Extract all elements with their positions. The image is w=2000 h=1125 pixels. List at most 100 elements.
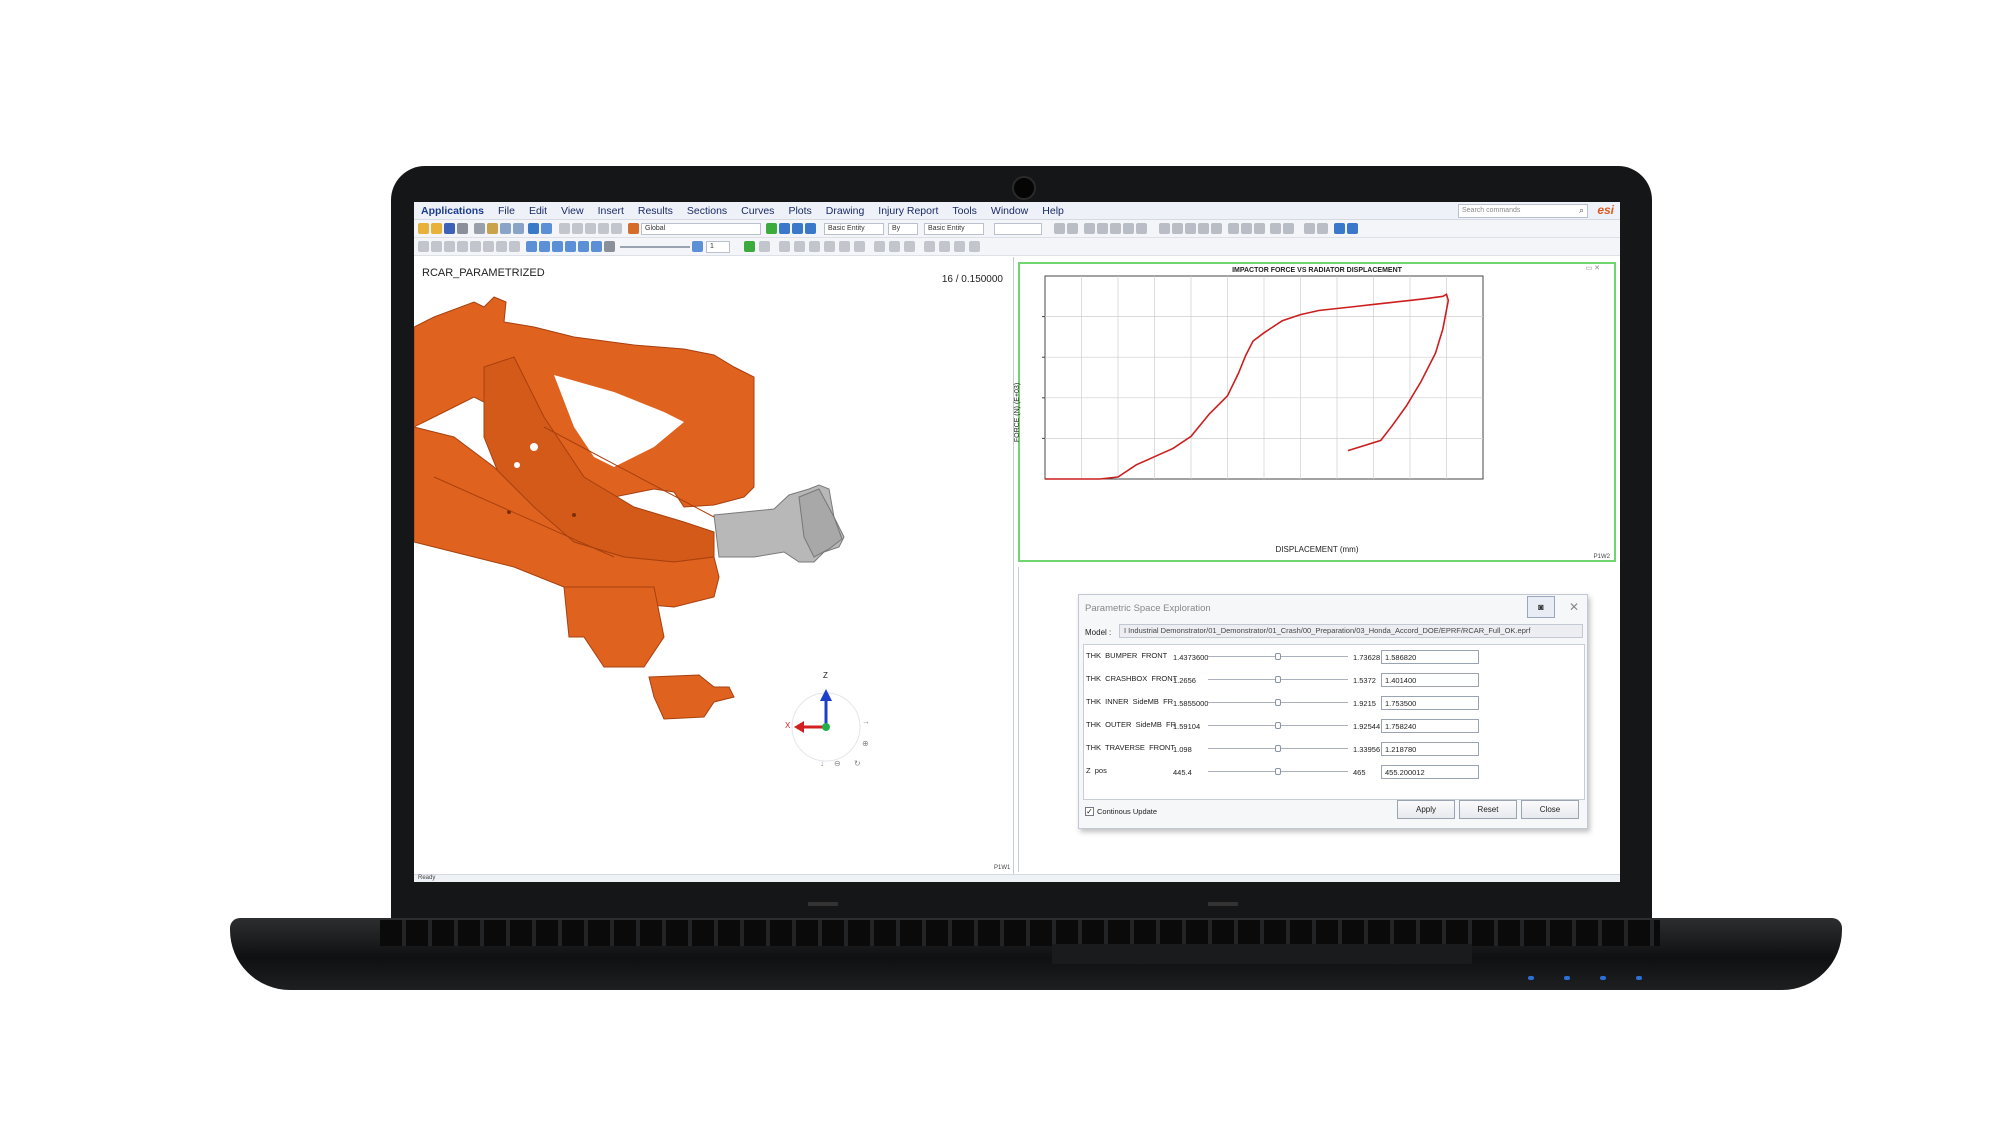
menu-edit[interactable]: Edit [522, 205, 554, 217]
redo-icon[interactable] [513, 223, 524, 234]
zoom-icon[interactable] [792, 223, 803, 234]
tool-icon[interactable] [1159, 223, 1170, 234]
zoom-out-icon[interactable]: ⊖ [834, 759, 841, 768]
move-icon[interactable] [766, 223, 777, 234]
rotate-right-icon[interactable]: → [862, 717, 870, 726]
folder-icon[interactable] [431, 223, 442, 234]
menu-sections[interactable]: Sections [680, 205, 734, 217]
parameter-slider[interactable] [1208, 653, 1348, 660]
refresh-icon[interactable] [528, 223, 539, 234]
parameter-value-input[interactable]: 1.586820 [1381, 650, 1479, 664]
pan-icon[interactable] [779, 223, 790, 234]
previous-frame-icon[interactable] [539, 241, 550, 252]
tool-icon[interactable] [1172, 223, 1183, 234]
lasso-icon[interactable] [598, 223, 609, 234]
slider-thumb[interactable] [1275, 745, 1281, 752]
parameter-value-input[interactable]: 1.758240 [1381, 719, 1479, 733]
last-frame-icon[interactable] [591, 241, 602, 252]
menu-plots[interactable]: Plots [781, 205, 818, 217]
parameter-slider[interactable] [1208, 722, 1348, 729]
tool-icon[interactable] [1136, 223, 1147, 234]
parameter-slider[interactable] [1208, 699, 1348, 706]
spin-icon[interactable]: ↻ [854, 759, 861, 768]
filter-input[interactable] [994, 223, 1042, 235]
menu-insert[interactable]: Insert [591, 205, 631, 217]
poly-select-icon[interactable] [585, 223, 596, 234]
first-frame-icon[interactable] [526, 241, 537, 252]
menu-results[interactable]: Results [631, 205, 680, 217]
tool-icon[interactable] [1198, 223, 1209, 234]
copy-icon[interactable] [474, 223, 485, 234]
tool-icon[interactable] [1054, 223, 1065, 234]
tool-icon[interactable] [1097, 223, 1108, 234]
menu-file[interactable]: File [491, 205, 522, 217]
save-icon[interactable] [444, 223, 455, 234]
next-frame-icon[interactable] [578, 241, 589, 252]
close-button[interactable]: Close [1521, 800, 1579, 819]
tool-icon[interactable] [924, 241, 935, 252]
arrow-down-icon[interactable] [1334, 223, 1345, 234]
parameter-value-input[interactable]: 455.200012 [1381, 765, 1479, 779]
tool-icon[interactable] [969, 241, 980, 252]
slider-thumb[interactable] [1275, 699, 1281, 706]
viewport-3d[interactable]: RCAR_PARAMETRIZED 16 / 0.150000 Z X → ⊕ … [414, 257, 1014, 874]
tool-icon[interactable] [1241, 223, 1252, 234]
fit-icon[interactable] [805, 223, 816, 234]
tool-icon[interactable] [744, 241, 755, 252]
menu-tools[interactable]: Tools [945, 205, 984, 217]
tool-icon[interactable] [1123, 223, 1134, 234]
menu-curves[interactable]: Curves [734, 205, 781, 217]
apply-button[interactable]: Apply [1397, 800, 1455, 819]
undo-icon[interactable] [500, 223, 511, 234]
tool-icon[interactable] [839, 241, 850, 252]
rotate-down-icon[interactable]: ↓ [820, 759, 824, 768]
animation-slider[interactable] [620, 246, 690, 248]
tool-icon[interactable] [1211, 223, 1222, 234]
play-icon[interactable] [565, 241, 576, 252]
stepper-icon[interactable] [692, 241, 703, 252]
tool-icon[interactable] [854, 241, 865, 252]
by-select[interactable]: By [888, 223, 918, 235]
parameter-value-input[interactable]: 1.218780 [1381, 742, 1479, 756]
tool-icon[interactable] [954, 241, 965, 252]
tool-icon[interactable] [1283, 223, 1294, 234]
tool-icon[interactable] [889, 241, 900, 252]
tool-icon[interactable] [483, 241, 494, 252]
entity-type-select[interactable]: Basic Entity [824, 223, 884, 235]
tool-icon[interactable] [1304, 223, 1315, 234]
model-select[interactable]: I Industrial Demonstrator/01_Demonstrato… [1119, 624, 1583, 638]
box-select-icon[interactable] [572, 223, 583, 234]
tool-icon[interactable] [431, 241, 442, 252]
parameter-slider[interactable] [1208, 745, 1348, 752]
menu-injury-report[interactable]: Injury Report [871, 205, 945, 217]
arrow-up-icon[interactable] [1347, 223, 1358, 234]
tool-icon[interactable] [939, 241, 950, 252]
zoom-in-icon[interactable]: ⊕ [862, 739, 869, 748]
search-input[interactable]: Search commands [1458, 204, 1588, 218]
tool-icon[interactable] [444, 241, 455, 252]
continuous-update-checkbox[interactable]: ✓ [1085, 807, 1094, 816]
menu-window[interactable]: Window [984, 205, 1035, 217]
car-front-structure-model[interactable] [414, 257, 1014, 874]
menu-drawing[interactable]: Drawing [819, 205, 872, 217]
paste-icon[interactable] [487, 223, 498, 234]
tool-icon[interactable] [457, 241, 468, 252]
tool-icon[interactable] [809, 241, 820, 252]
pin-icon[interactable]: ◙ [1527, 596, 1555, 618]
close-icon[interactable]: ✕ [1569, 600, 1579, 614]
parameter-slider[interactable] [1208, 676, 1348, 683]
tool-icon[interactable] [904, 241, 915, 252]
parameter-slider[interactable] [1208, 768, 1348, 775]
pick-icon[interactable] [611, 223, 622, 234]
menu-help[interactable]: Help [1035, 205, 1071, 217]
tool-icon[interactable] [1254, 223, 1265, 234]
parameter-value-input[interactable]: 1.401400 [1381, 673, 1479, 687]
menu-applications[interactable]: Applications [414, 205, 491, 217]
tool-icon[interactable] [824, 241, 835, 252]
tool-icon[interactable] [1067, 223, 1078, 234]
menu-view[interactable]: View [554, 205, 591, 217]
tool-icon[interactable] [509, 241, 520, 252]
tool-icon[interactable] [418, 241, 429, 252]
layout-icon[interactable] [541, 223, 552, 234]
tool-icon[interactable] [794, 241, 805, 252]
